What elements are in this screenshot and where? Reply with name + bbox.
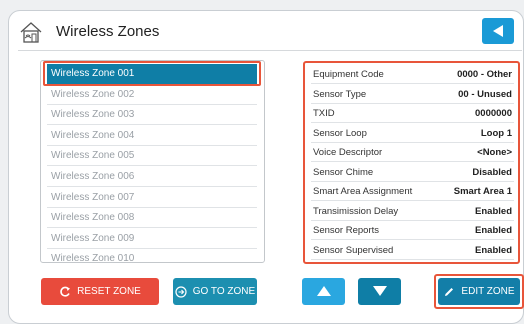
go-to-zone-label: GO TO ZONE (192, 286, 256, 297)
detail-row: Sensor Loop Loop 1 (311, 124, 514, 143)
left-triangle-icon (493, 25, 503, 37)
edit-zone-label: EDIT ZONE (461, 286, 515, 297)
zone-list-item[interactable]: Wireless Zone 010 (47, 249, 257, 262)
detail-row: Sensor Chime Disabled (311, 163, 514, 182)
down-triangle-icon (372, 286, 387, 297)
detail-label: Sensor Reports (313, 225, 380, 236)
go-to-zone-button[interactable]: GO TO ZONE (173, 278, 257, 305)
detail-value: Loop 1 (480, 127, 512, 139)
detail-row: Equipment Code 0000 - Other (311, 65, 514, 84)
zone-list-item[interactable]: Wireless Zone 002 (47, 85, 257, 105)
detail-label: Smart Area Assignment (313, 186, 413, 197)
detail-value: 0000 - Other (457, 69, 512, 80)
zone-list-item[interactable]: Wireless Zone 007 (47, 188, 257, 208)
wireless-house-icon (18, 20, 44, 44)
detail-row: Smart Area Assignment Smart Area 1 (311, 182, 514, 201)
detail-row: Sensor Reports Enabled (311, 221, 514, 240)
edit-zone-button[interactable]: EDIT ZONE (438, 278, 520, 305)
detail-label: Voice Descriptor (313, 147, 383, 158)
detail-label: TXID (313, 108, 335, 119)
go-to-icon (175, 285, 187, 298)
detail-value: <None> (477, 147, 512, 158)
scroll-up-button[interactable] (302, 278, 345, 305)
detail-label: Equipment Code (313, 69, 384, 80)
zone-list-item[interactable]: Wireless Zone 008 (47, 208, 257, 229)
detail-value: Enabled (475, 205, 512, 217)
zone-list-item[interactable]: Wireless Zone 003 (47, 105, 257, 126)
scroll-down-button[interactable] (358, 278, 401, 305)
up-triangle-icon (316, 286, 331, 297)
zone-list-item[interactable]: Wireless Zone 001 (47, 64, 257, 84)
detail-value: Smart Area 1 (453, 186, 512, 197)
detail-label: Sensor Chime (313, 166, 374, 178)
zone-details-panel: Equipment Code 0000 - Other Sensor Type 00 … (303, 61, 520, 264)
header-divider (18, 50, 522, 51)
detail-label: Sensor Supervised (313, 244, 394, 256)
zone-list[interactable]: Wireless Zone 001 Wireless Zone 002 Wirele… (40, 60, 265, 263)
detail-value: 00 - Unused (458, 88, 512, 100)
header: Wireless Zones (18, 20, 514, 46)
pencil-icon (445, 287, 454, 296)
zone-list-item[interactable]: Wireless Zone 006 (47, 167, 257, 187)
detail-value: 0000000 (475, 108, 512, 119)
detail-value: Enabled (475, 225, 512, 236)
reset-zone-button[interactable]: RESET ZONE (41, 278, 159, 305)
reset-zone-label: RESET ZONE (77, 286, 141, 297)
detail-row: Voice Descriptor <None> (311, 143, 514, 162)
page-title: Wireless Zones (56, 23, 160, 40)
detail-row: TXID 0000000 (311, 104, 514, 123)
detail-label: Sensor Type (313, 88, 367, 100)
reset-icon (60, 286, 71, 297)
back-button[interactable] (482, 18, 514, 44)
detail-row: Sensor Type 00 - Unused (311, 85, 514, 104)
detail-row: Sensor Supervised Enabled (311, 241, 514, 260)
zone-list-item[interactable]: Wireless Zone 009 (47, 229, 257, 249)
detail-value: Enabled (475, 244, 512, 256)
detail-label: Sensor Loop (313, 127, 367, 139)
zone-list-item[interactable]: Wireless Zone 005 (47, 146, 257, 167)
zone-list-item[interactable]: Wireless Zone 004 (47, 126, 257, 146)
detail-value: Disabled (472, 166, 512, 178)
detail-row: Transimission Delay Enabled (311, 202, 514, 221)
detail-label: Transimission Delay (313, 205, 399, 217)
